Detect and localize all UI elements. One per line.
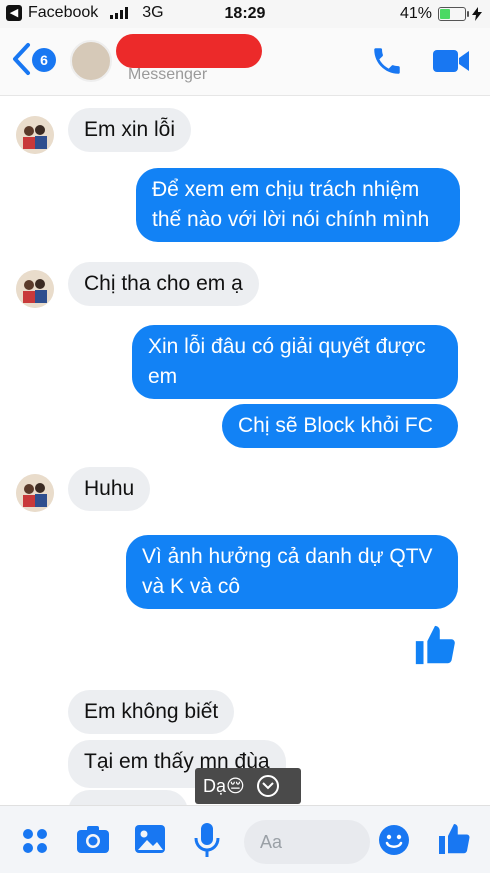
reply-preview-chip[interactable]: Dạ😔 xyxy=(195,768,301,804)
chevron-down-icon[interactable] xyxy=(256,775,279,797)
message-input[interactable]: Aa xyxy=(244,820,370,864)
unread-count-badge[interactable]: 6 xyxy=(32,48,56,72)
conversation-header: 6 Messenger xyxy=(0,28,490,96)
message-bubble-outgoing[interactable]: Để xem em chịu trách nhiệm thế nào với l… xyxy=(136,168,460,242)
message-bubble-incoming[interactable]: Huhu xyxy=(68,467,151,511)
status-right: 41% xyxy=(400,5,482,23)
camera-icon[interactable] xyxy=(76,824,110,854)
contact-avatar[interactable] xyxy=(70,40,112,82)
status-bar: ◀ Facebook 3G 18:29 41% xyxy=(0,0,490,28)
sender-avatar[interactable] xyxy=(16,474,54,512)
gallery-icon[interactable] xyxy=(134,824,166,854)
like-send-icon[interactable] xyxy=(436,820,472,858)
header-subtitle: Messenger xyxy=(128,66,208,83)
battery-percent: 41% xyxy=(399,5,432,22)
message-bubble-incoming[interactable]: Em xin lỗi xyxy=(68,108,192,152)
reply-preview-text: Dạ😔 xyxy=(203,775,245,796)
battery-icon xyxy=(438,7,469,21)
message-bubble-outgoing[interactable]: Chị sẽ Block khỏi FC xyxy=(222,404,458,448)
message-bubble-incoming[interactable]: Chị tha cho em ạ xyxy=(68,262,259,306)
message-bubble-outgoing[interactable]: Vì ảnh hưởng cả danh dự QTV và K và cô xyxy=(126,535,458,609)
message-bubble-incoming[interactable]: Em không biết xyxy=(68,690,235,734)
phone-call-icon[interactable] xyxy=(370,44,404,78)
contact-name-redaction xyxy=(116,34,262,68)
emoji-icon[interactable] xyxy=(378,824,410,856)
microphone-icon[interactable] xyxy=(194,822,220,858)
charging-icon xyxy=(472,7,482,21)
message-bubble-outgoing[interactable]: Xin lỗi đâu có giải quyết được em xyxy=(132,325,458,399)
message-composer: Aa xyxy=(0,805,490,873)
like-thumb-icon[interactable] xyxy=(412,622,458,668)
more-apps-icon[interactable] xyxy=(20,826,50,856)
sender-avatar[interactable] xyxy=(16,116,54,154)
back-chevron-icon[interactable] xyxy=(10,42,32,76)
battery-fill xyxy=(440,9,450,19)
video-call-icon[interactable] xyxy=(432,46,470,76)
sender-avatar[interactable] xyxy=(16,270,54,308)
